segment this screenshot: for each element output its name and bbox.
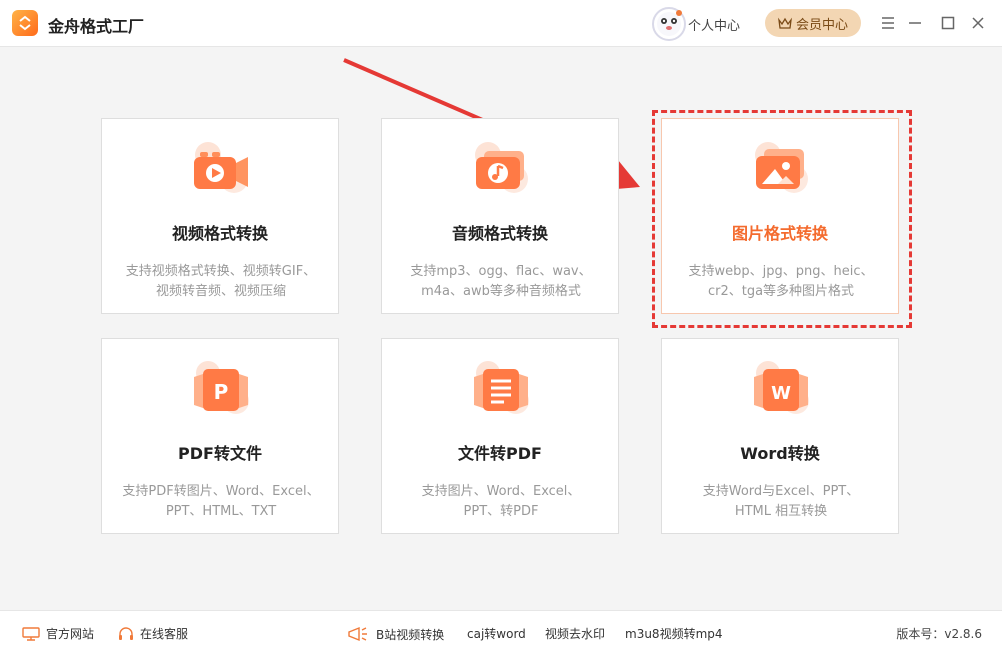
image-convert-card[interactable]: 图片格式转换 支持webp、jpg、png、heic、 cr2、tga等多种图片… [661,118,899,314]
card-description: 支持视频格式转换、视频转GIF、 视频转音频、视频压缩 [112,262,330,302]
card-title: Word转换 [740,444,820,463]
card-title: 文件转PDF [458,444,542,463]
footer-link-watermark[interactable]: 视频去水印 [545,625,605,642]
footer-link-label: m3u8视频转mp4 [625,627,723,641]
video-icon [194,142,248,193]
footer-link-m3u8[interactable]: m3u8视频转mp4 [625,625,723,642]
word-icon: W [754,361,809,414]
card-desc-line: m4a、awb等多种音频格式 [421,284,581,299]
card-desc-line: PPT、HTML、TXT [165,504,277,519]
footer-link-caj[interactable]: caj转word [467,625,526,642]
official-site-link[interactable]: 官方网站 [22,625,94,642]
footer-link-label: caj转word [467,627,526,641]
card-desc-line: HTML 相互转换 [734,504,828,519]
card-description: 支持webp、jpg、png、heic、 cr2、tga等多种图片格式 [672,262,890,302]
card-desc-line: PPT、转PDF [463,504,539,519]
megaphone-icon [348,626,367,642]
pdf-to-file-card[interactable]: P PDF转文件 支持PDF转图片、Word、Excel、 PPT、HTML、T… [101,338,339,534]
document-icon [474,361,529,414]
official-site-label: 官方网站 [46,627,95,641]
card-description: 支持图片、Word、Excel、 PPT、转PDF [392,482,610,522]
image-icon [755,142,808,193]
card-desc-line: 支持mp3、ogg、flac、wav、 [410,264,592,279]
file-to-pdf-card[interactable]: 文件转PDF 支持图片、Word、Excel、 PPT、转PDF [381,338,619,534]
card-title: 视频格式转换 [171,224,268,243]
version-label: 版本号：v2.8.6 [896,627,982,641]
pdf-icon: P [194,361,249,414]
arrow-annotation [343,58,640,190]
card-title: 音频格式转换 [451,224,548,243]
card-desc-line: 视频转音频、视频压缩 [155,284,286,299]
card-description: 支持PDF转图片、Word、Excel、 PPT、HTML、TXT [112,482,330,522]
online-service-link[interactable]: 在线客服 [118,625,188,642]
footer-link-bilibili[interactable]: B站视频转换 [346,625,444,643]
footer-link-label: B站视频转换 [376,627,445,642]
word-icon-letter: W [771,383,791,404]
footer-link-label: 视频去水印 [545,627,606,641]
word-convert-card[interactable]: W Word转换 支持Word与Excel、PPT、 HTML 相互转换 [661,338,899,534]
card-desc-line: 支持图片、Word、Excel、 [421,484,581,499]
audio-icon [475,142,528,193]
card-desc-line: 支持webp、jpg、png、heic、 [688,264,874,279]
card-title: 图片格式转换 [731,224,828,243]
card-description: 支持Word与Excel、PPT、 HTML 相互转换 [672,482,890,522]
headset-icon [119,626,133,640]
card-description: 支持mp3、ogg、flac、wav、 m4a、awb等多种音频格式 [392,262,610,302]
footer: 官方网站 在线客服 B站视频转换 caj转word 视频去水印 m3u8视频转m… [0,610,1002,653]
card-desc-line: 支持Word与Excel、PPT、 [702,484,860,499]
monitor-icon [22,626,40,641]
card-title: PDF转文件 [178,444,262,463]
card-desc-line: 支持PDF转图片、Word、Excel、 [122,484,320,499]
card-desc-line: cr2、tga等多种图片格式 [707,284,855,299]
card-desc-line: 支持视频格式转换、视频转GIF、 [125,264,317,279]
video-convert-card[interactable]: 视频格式转换 支持视频格式转换、视频转GIF、 视频转音频、视频压缩 [101,118,339,314]
online-service-label: 在线客服 [140,627,189,641]
pdf-icon-letter: P [214,380,229,404]
audio-convert-card[interactable]: 音频格式转换 支持mp3、ogg、flac、wav、 m4a、awb等多种音频格… [381,118,619,314]
